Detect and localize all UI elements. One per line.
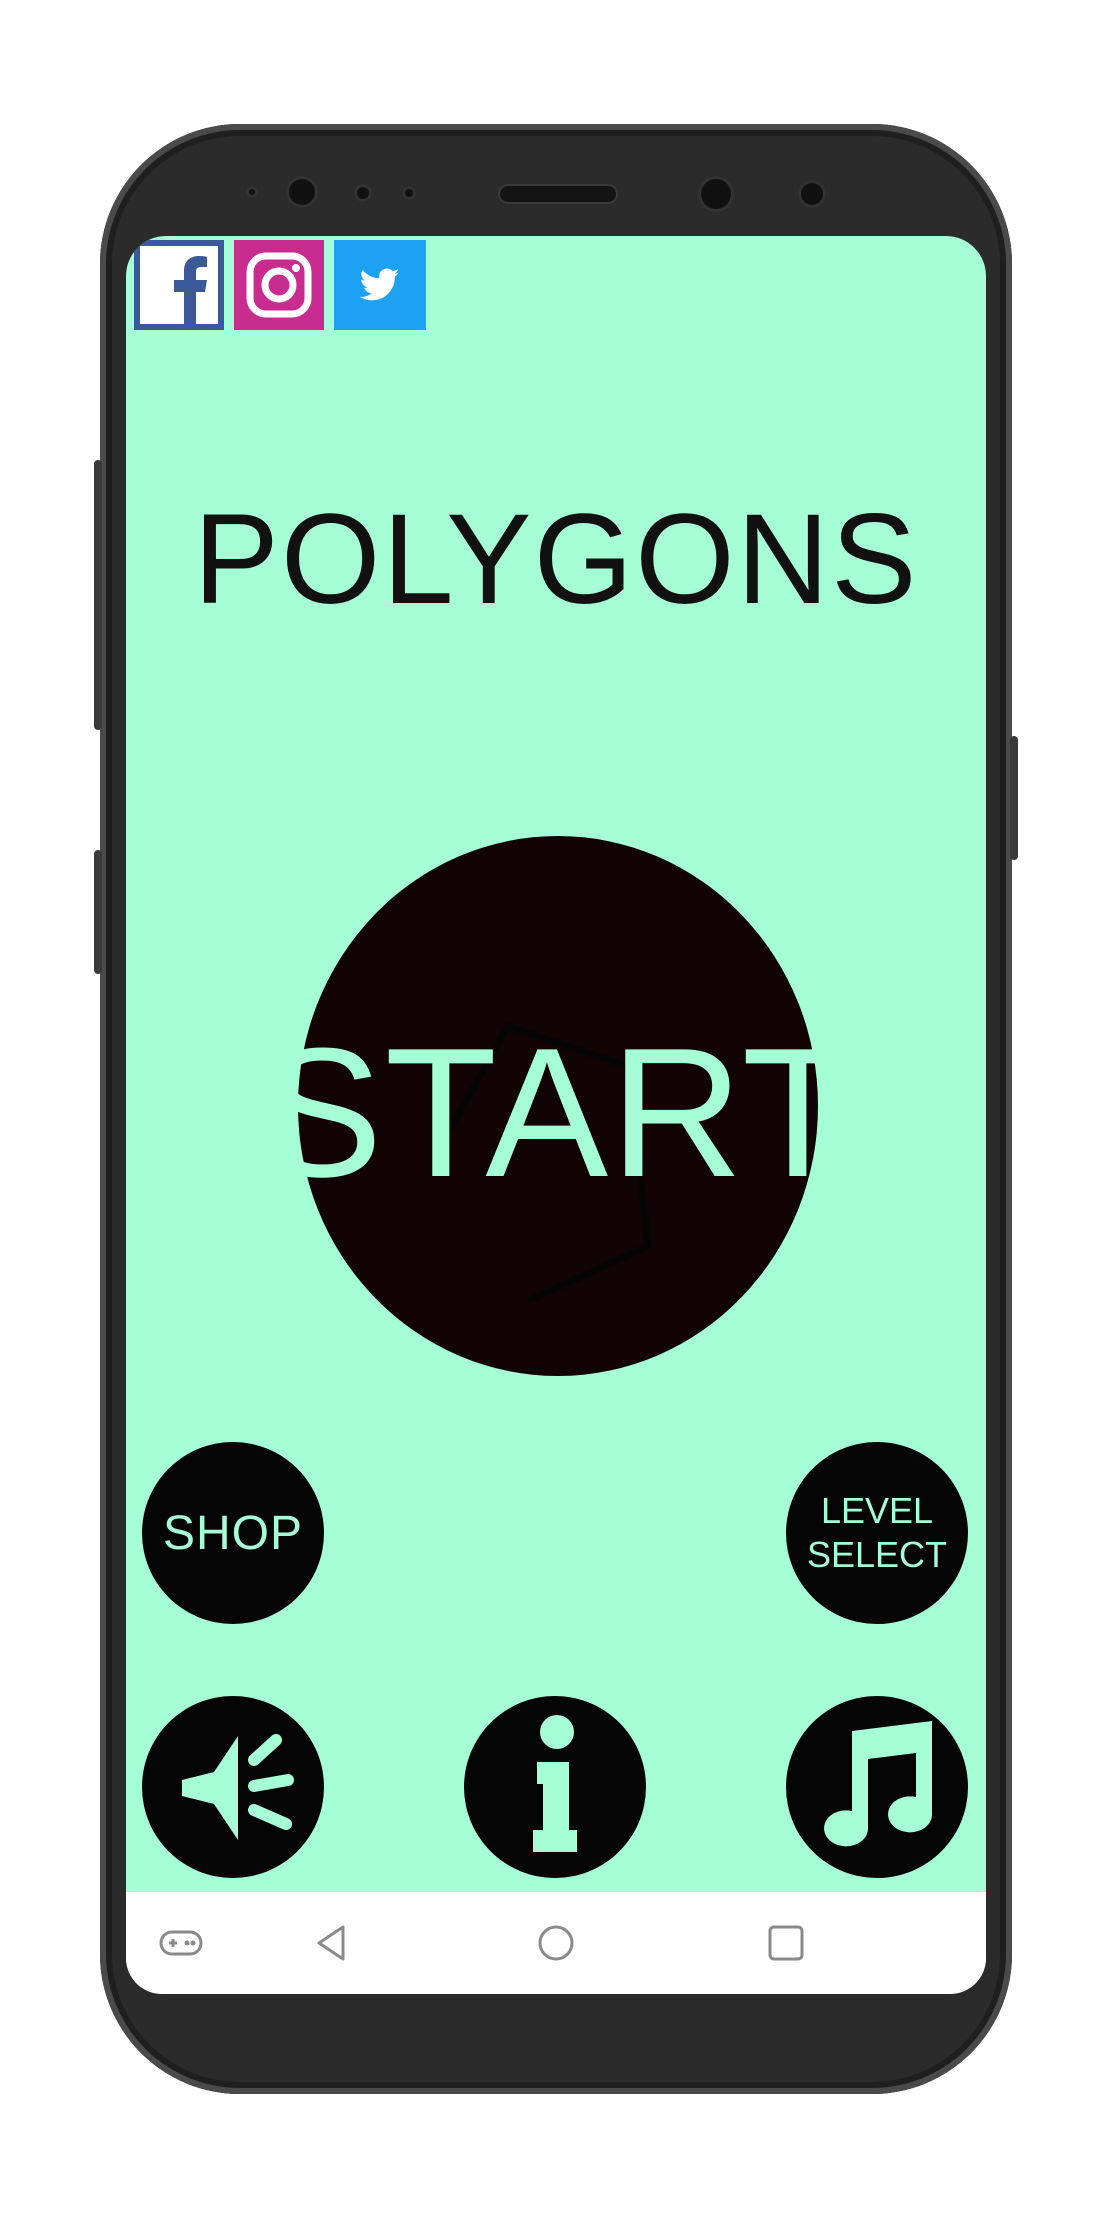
level-select-line1: LEVEL [820,1490,934,1531]
back-button[interactable] [306,1918,356,1968]
app-screen: POLYGONS START SHOP LEVEL SELECT [126,236,986,1994]
sound-toggle-button[interactable] [142,1696,324,1878]
level-select-line2: SELECT [806,1534,948,1575]
sensor-dot [354,184,372,202]
front-camera [286,176,318,208]
music-note-icon [824,1721,933,1847]
instagram-button[interactable] [234,240,324,330]
shop-label: SHOP [162,1506,304,1560]
back-icon [317,1925,345,1961]
iris-camera [698,176,734,212]
twitter-button[interactable] [334,240,426,330]
phone-frame: POLYGONS START SHOP LEVEL SELECT [94,124,1018,2094]
music-toggle-button[interactable] [786,1696,968,1878]
volume-button [94,850,102,974]
social-links [134,240,426,330]
earpiece-speaker [500,186,616,202]
gamepad-button[interactable] [156,1918,206,1968]
start-button[interactable]: START [260,836,854,1376]
android-navigation-bar [126,1892,986,1994]
side-button-right [1010,736,1018,860]
recents-icon [768,1925,804,1961]
gamepad-icon [159,1930,203,1956]
shop-button[interactable]: SHOP [142,1442,324,1624]
sensor-dot [402,186,416,200]
level-select-label: LEVEL SELECT [807,1489,947,1577]
info-button[interactable] [464,1696,646,1878]
power-button [94,460,102,730]
speaker-icon [182,1734,294,1840]
level-select-button[interactable]: LEVEL SELECT [786,1442,968,1624]
info-icon [533,1715,577,1852]
facebook-icon [140,246,218,324]
facebook-button[interactable] [134,240,224,330]
recents-button[interactable] [761,1918,811,1968]
game-title: POLYGONS [193,488,919,631]
instagram-icon [246,252,312,318]
home-icon [538,1925,574,1961]
twitter-icon [360,268,400,301]
iris-sensor [798,180,826,208]
start-label: START [259,1009,857,1215]
sensor-dot [246,186,258,198]
home-button[interactable] [531,1918,581,1968]
